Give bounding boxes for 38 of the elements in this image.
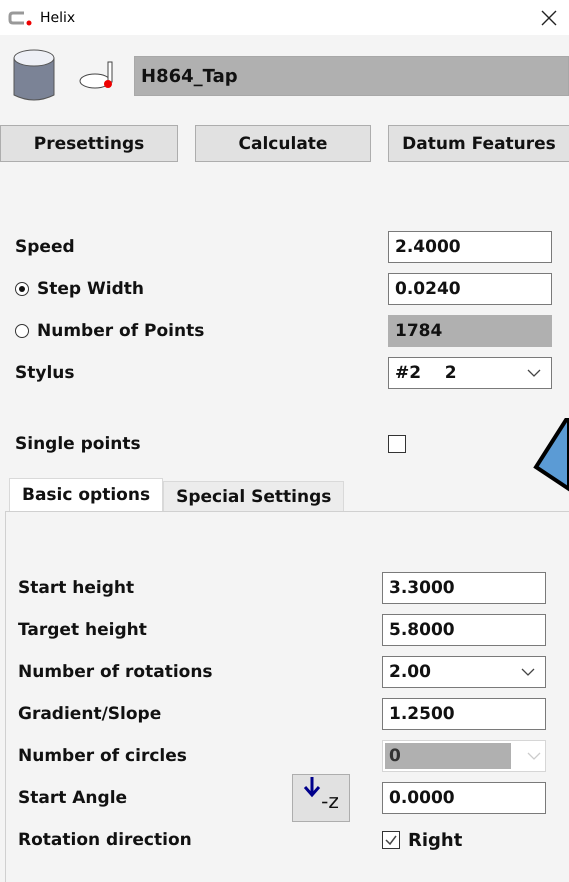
field-label: Number of rotations bbox=[18, 662, 214, 682]
field-label: Single points bbox=[15, 434, 142, 454]
input-field[interactable]: 3.3000 bbox=[382, 572, 546, 604]
radio-label[interactable]: Step Width bbox=[37, 279, 144, 299]
name-field: H864_Tap bbox=[134, 56, 569, 96]
action-button[interactable]: Calculate bbox=[195, 125, 371, 162]
input-field[interactable]: 0.0240 bbox=[388, 273, 552, 305]
field-label: Gradient/Slope bbox=[18, 704, 162, 724]
check-icon bbox=[384, 833, 398, 847]
checkbox[interactable] bbox=[382, 831, 400, 849]
action-button[interactable]: Datum Features bbox=[388, 125, 569, 162]
action-button[interactable]: Presettings bbox=[0, 125, 178, 162]
dropdown[interactable]: 2.00 bbox=[382, 656, 546, 688]
checkbox[interactable] bbox=[388, 435, 406, 453]
field-label: Target height bbox=[18, 620, 148, 640]
input-field[interactable]: 5.8000 bbox=[382, 614, 546, 646]
cylinder-icon bbox=[12, 48, 56, 104]
close-icon[interactable] bbox=[541, 10, 557, 26]
input-field[interactable]: 0.0000 bbox=[382, 782, 546, 814]
field-label: Number of circles bbox=[18, 746, 188, 766]
input-field[interactable]: 1.2500 bbox=[382, 698, 546, 730]
tab[interactable]: Basic options bbox=[9, 478, 164, 511]
radio-button[interactable] bbox=[15, 282, 29, 296]
dropdown[interactable]: #2 2 bbox=[388, 357, 552, 389]
field-label: Rotation direction bbox=[18, 830, 193, 850]
input-field[interactable]: 2.4000 bbox=[388, 231, 552, 263]
app-logo-icon bbox=[8, 10, 34, 26]
field-label: Stylus bbox=[15, 363, 76, 383]
direction-button[interactable]: -z bbox=[292, 774, 350, 822]
checkbox-label[interactable]: Right bbox=[408, 830, 462, 850]
field-label: Start height bbox=[18, 578, 136, 598]
tab[interactable]: Special Settings bbox=[163, 481, 344, 511]
field-label: Speed bbox=[15, 237, 76, 257]
chevron-icon[interactable] bbox=[527, 369, 541, 377]
chevron-icon[interactable] bbox=[521, 668, 535, 676]
down-arrow-icon bbox=[303, 775, 322, 799]
window-title: Helix bbox=[40, 10, 76, 26]
field-label: Start Angle bbox=[18, 788, 128, 808]
